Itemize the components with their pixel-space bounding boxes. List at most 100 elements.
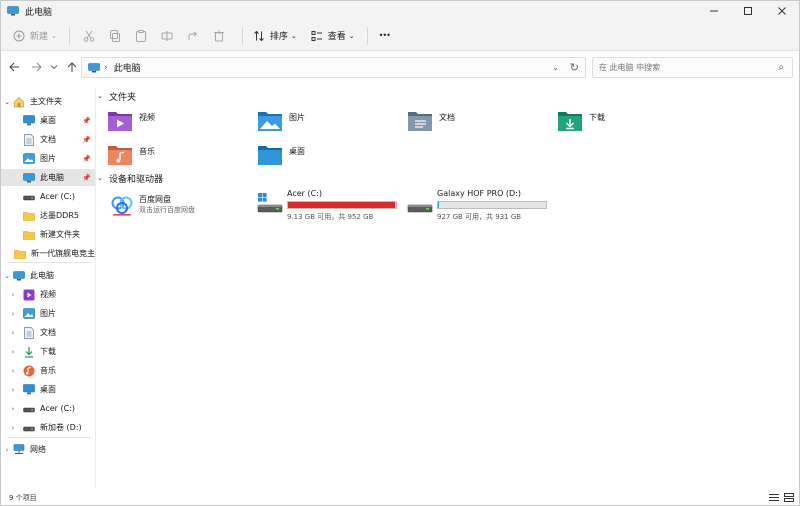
drive-usage-bar: [287, 201, 397, 209]
sidebar-item-label: Acer (C:): [40, 404, 76, 413]
chevron-down-icon[interactable]: ⌄: [1, 272, 13, 280]
folder-tile[interactable]: 音乐: [107, 143, 155, 170]
folders-group-header[interactable]: ⌄ 文件夹: [97, 89, 136, 103]
recent-button[interactable]: [45, 56, 63, 78]
sidebar-pc-item[interactable]: › 图片: [1, 305, 95, 322]
folder-tile[interactable]: 下载: [557, 109, 605, 136]
pc-icon: [7, 6, 19, 16]
sort-button[interactable]: 排序 ⌄: [251, 25, 297, 47]
rename-button[interactable]: [156, 25, 178, 47]
drives-group-header[interactable]: ⌄ 设备和驱动器: [97, 171, 163, 185]
sidebar-item-label: 下载: [40, 347, 56, 356]
sidebar-quick-item[interactable]: 文档 📌: [1, 131, 95, 148]
sidebar-quick-item[interactable]: 图片 📌: [1, 150, 95, 167]
window-title: 此电脑: [25, 7, 53, 18]
chevron-right-icon[interactable]: ›: [7, 405, 19, 413]
desktop-icon: [23, 115, 35, 127]
drive-usage-fill: [288, 202, 395, 208]
up-button[interactable]: [63, 56, 81, 78]
chevron-right-icon[interactable]: ›: [7, 310, 19, 318]
search-input[interactable]: [599, 63, 769, 72]
folder-tile[interactable]: 桌面: [257, 143, 305, 170]
drive-free-space: 9.13 GB 可用，共 952 GB: [287, 213, 374, 221]
new-button[interactable]: 新建 ⌄: [11, 25, 57, 47]
maximize-button[interactable]: [731, 1, 765, 21]
pane-splitter[interactable]: [95, 87, 96, 489]
pin-icon[interactable]: 📌: [82, 136, 91, 144]
chevron-right-icon[interactable]: ›: [7, 348, 19, 356]
network-icon: [13, 444, 25, 456]
sidebar-pc-item[interactable]: › Acer (C:): [1, 400, 95, 417]
pin-icon[interactable]: 📌: [82, 155, 91, 163]
chevron-right-icon[interactable]: ›: [7, 329, 19, 337]
content-pane: ⌄ 文件夹 视频 图片 文档 下载音乐 桌面 ⌄ 设备和驱动器 百度网盘 双击运行百度网…: [97, 85, 799, 489]
tiles-view-button[interactable]: [783, 491, 795, 503]
close-button[interactable]: [765, 1, 799, 21]
folder-tile[interactable]: 图片: [257, 109, 305, 136]
search-icon[interactable]: ⌕: [778, 62, 784, 73]
sidebar-quick-item[interactable]: 桌面 📌: [1, 112, 95, 129]
sidebar-pc-item[interactable]: › 视频: [1, 286, 95, 303]
breadcrumb[interactable]: 此电脑: [114, 61, 141, 74]
delete-button[interactable]: [208, 25, 230, 47]
address-bar[interactable]: › 此电脑 ⌄ ↻: [81, 57, 586, 78]
back-button[interactable]: [5, 56, 23, 78]
folder-tile[interactable]: 视频: [107, 109, 155, 136]
sidebar-quick-item[interactable]: 新建文件夹: [1, 226, 95, 243]
sidebar-item-this-pc[interactable]: ⌄ 此电脑: [1, 267, 95, 284]
sidebar-item-label: 图片: [40, 309, 56, 318]
navigation-row: › 此电脑 ⌄ ↻ ⌕: [1, 52, 799, 82]
sidebar-item-network[interactable]: › 网络: [1, 441, 95, 458]
view-button[interactable]: 查看 ⌄: [309, 25, 355, 47]
sidebar-pc-item[interactable]: › 下载: [1, 343, 95, 360]
pin-icon[interactable]: 📌: [82, 117, 91, 125]
sidebar-pc-item[interactable]: › 新加卷 (D:): [1, 419, 95, 436]
sidebar-pc-item[interactable]: › 音乐: [1, 362, 95, 379]
details-view-button[interactable]: [768, 491, 780, 503]
sidebar-quick-item[interactable]: 新一代旗舰电竞主: [1, 245, 95, 262]
chevron-down-icon[interactable]: ⌄: [1, 98, 13, 106]
sidebar-pc-item[interactable]: › 桌面: [1, 381, 95, 398]
drive-tile[interactable]: Acer (C:) 9.13 GB 可用，共 952 GB: [257, 189, 417, 223]
minimize-button[interactable]: [697, 1, 731, 21]
sidebar-quick-item[interactable]: 此电脑 📌: [1, 169, 95, 186]
drive-icon: [23, 403, 35, 415]
search-box[interactable]: ⌕: [592, 57, 793, 78]
more-button[interactable]: •••: [376, 25, 391, 47]
sidebar-item-label: 桌面: [40, 385, 56, 394]
document-icon: [23, 326, 35, 339]
sidebar-quick-item[interactable]: Acer (C:): [1, 188, 95, 205]
chevron-right-icon[interactable]: ›: [7, 367, 19, 375]
chevron-down-icon[interactable]: ⌄: [97, 174, 107, 182]
arrow-up-icon: [67, 61, 77, 72]
command-bar: 新建 ⌄ 排序 ⌄ 查看 ⌄ •••: [1, 21, 799, 51]
baidu-netdisk-tile[interactable]: 百度网盘 双击运行百度网盘: [109, 193, 259, 223]
share-button[interactable]: [182, 25, 204, 47]
copy-button[interactable]: [104, 25, 126, 47]
forward-button[interactable]: [27, 56, 45, 78]
sidebar-pc-item[interactable]: › 文档: [1, 324, 95, 341]
cut-button[interactable]: [78, 25, 100, 47]
sidebar-quick-item[interactable]: 达墨DDR5: [1, 207, 95, 224]
chevron-down-icon[interactable]: ⌄: [97, 92, 107, 100]
pin-icon[interactable]: 📌: [82, 174, 91, 182]
divider: [7, 437, 91, 438]
folder-tile[interactable]: 文档: [407, 109, 455, 136]
video-icon: [23, 289, 35, 301]
title-bar: 此电脑: [1, 1, 799, 21]
refresh-icon[interactable]: ↻: [570, 61, 579, 74]
chevron-right-icon[interactable]: ›: [7, 424, 19, 432]
chevron-right-icon[interactable]: ›: [7, 386, 19, 394]
drive-tile[interactable]: Galaxy HOF PRO (D:) 927 GB 可用，共 931 GB: [407, 189, 567, 223]
sidebar-item-label: 视频: [40, 290, 56, 299]
drive-icon: [23, 191, 35, 203]
pc-icon: [13, 270, 25, 282]
paste-button[interactable]: [130, 25, 152, 47]
tile-label: 文档: [439, 113, 455, 122]
chevron-right-icon[interactable]: ›: [7, 291, 19, 299]
sidebar-item-label: 主文件夹: [30, 97, 62, 106]
chevron-right-icon[interactable]: ›: [1, 446, 13, 454]
music-folder-icon: [107, 143, 133, 170]
sidebar-item-home[interactable]: ⌄ 主文件夹: [1, 93, 95, 110]
chevron-down-icon[interactable]: ⌄: [552, 63, 559, 72]
